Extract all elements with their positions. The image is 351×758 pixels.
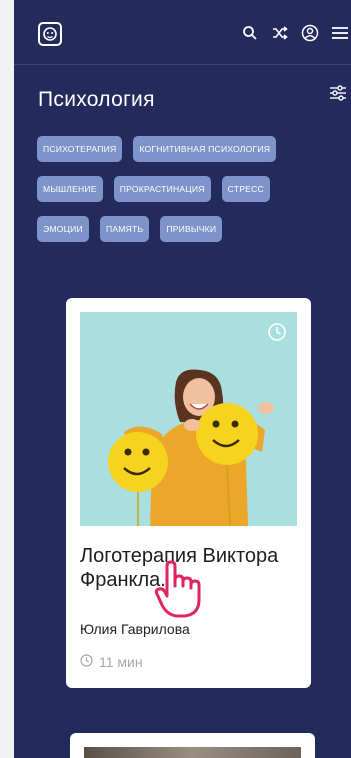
filter-sliders-icon[interactable] — [329, 84, 347, 102]
clock-icon — [80, 654, 93, 670]
tag-psychotherapy[interactable]: ПСИХОТЕРАПИЯ — [37, 136, 123, 162]
top-bar — [14, 0, 351, 65]
article-duration: 11 мин — [80, 654, 143, 670]
article-card[interactable] — [70, 733, 315, 758]
search-icon[interactable] — [241, 24, 259, 42]
tag-row: ЭМОЦИИ ПАМЯТЬ ПРИВЫЧКИ — [37, 216, 347, 242]
article-image — [80, 312, 297, 526]
app-screen: Психология ПСИХОТЕРАПИЯ КОГНИТИВНАЯ ПСИХ… — [14, 0, 351, 758]
article-author: Юлия Гаврилова — [80, 621, 190, 637]
monkey-logo-icon[interactable] — [38, 22, 62, 46]
clock-icon — [267, 322, 287, 342]
duration-text: 11 мин — [99, 654, 143, 670]
article-card[interactable]: Логотерапия Виктора Франкла. Юлия Гаврил… — [66, 298, 311, 688]
tag-cognitive-psychology[interactable]: КОГНИТИВНАЯ ПСИХОЛОГИЯ — [133, 136, 277, 162]
tag-row: МЫШЛЕНИЕ ПРОКРАСТИНАЦИЯ СТРЕСС — [37, 176, 347, 202]
tag-memory[interactable]: ПАМЯТЬ — [99, 216, 150, 242]
tag-thinking[interactable]: МЫШЛЕНИЕ — [37, 176, 103, 202]
tag-habits[interactable]: ПРИВЫЧКИ — [160, 216, 223, 242]
menu-icon[interactable] — [331, 24, 349, 42]
shuffle-icon[interactable] — [271, 24, 289, 42]
article-image — [84, 747, 301, 758]
tag-list: ПСИХОТЕРАПИЯ КОГНИТИВНАЯ ПСИХОЛОГИЯ МЫШЛ… — [37, 136, 347, 256]
tag-row: ПСИХОТЕРАПИЯ КОГНИТИВНАЯ ПСИХОЛОГИЯ — [37, 136, 347, 162]
page-title: Психология — [38, 88, 155, 111]
tag-stress[interactable]: СТРЕСС — [221, 176, 270, 202]
hand-cursor-icon — [153, 560, 207, 620]
tag-emotions[interactable]: ЭМОЦИИ — [37, 216, 89, 242]
header-actions — [241, 24, 349, 42]
profile-icon[interactable] — [301, 24, 319, 42]
tag-procrastination[interactable]: ПРОКРАСТИНАЦИЯ — [113, 176, 211, 202]
